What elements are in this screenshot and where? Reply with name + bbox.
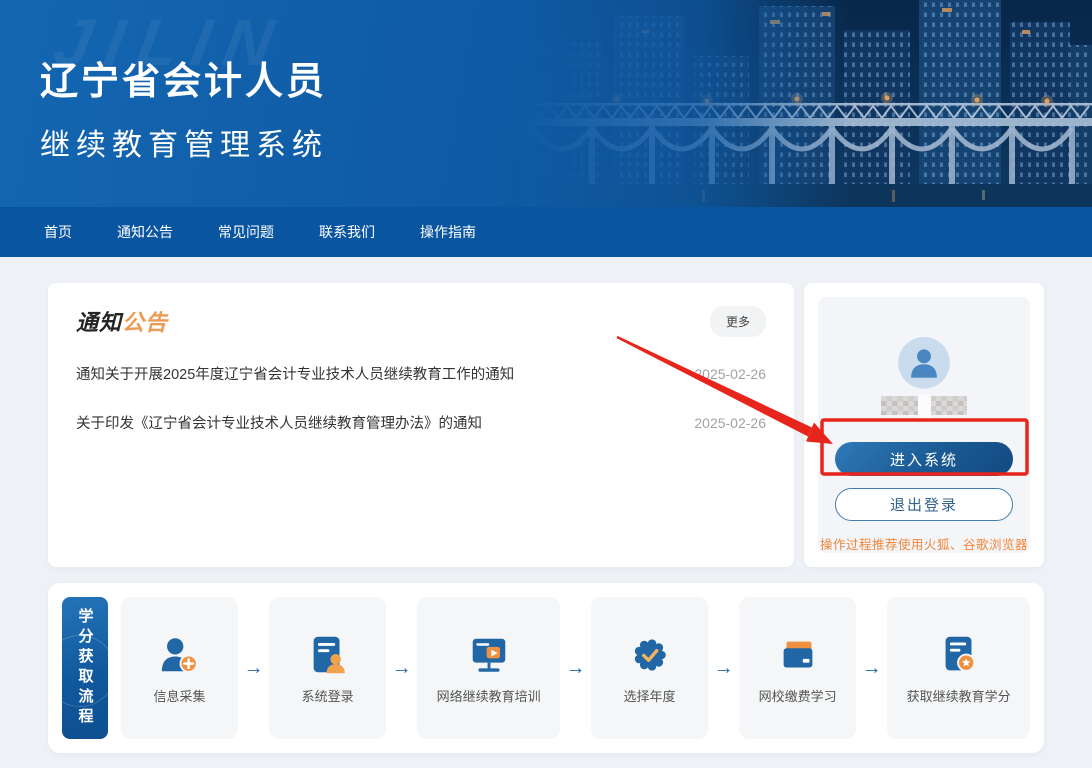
- notice-title-primary: 通知: [76, 310, 122, 335]
- nav-item-contact[interactable]: 联系我们: [319, 222, 375, 242]
- user-login-panel: 进入系统 退出登录 操作过程推荐使用火狐、谷歌浏览器: [804, 283, 1044, 567]
- flow-step-label: 选择年度: [624, 686, 676, 705]
- flow-arrow-icon: →: [860, 597, 883, 739]
- notice-item-text: 通知关于开展2025年度辽宁省会计专业技术人员继续教育工作的通知: [76, 363, 514, 384]
- presentation-play-icon: [466, 632, 512, 678]
- notice-panel: 通知公告 更多 通知关于开展2025年度辽宁省会计专业技术人员继续教育工作的通知…: [48, 283, 794, 567]
- nav-item-faq[interactable]: 常见问题: [218, 222, 274, 242]
- badge-check-icon: [627, 632, 673, 678]
- flow-step-get-credits: 获取继续教育学分: [887, 597, 1030, 739]
- flow-step-label: 系统登录: [302, 686, 354, 705]
- document-login-icon: [305, 632, 351, 678]
- wallet-payment-icon: [775, 632, 821, 678]
- site-title-line2: 继续教育管理系统: [40, 120, 328, 164]
- nav-item-home[interactable]: 首页: [44, 222, 72, 242]
- nav-item-notices[interactable]: 通知公告: [117, 222, 173, 242]
- flow-step-select-year: 选择年度: [591, 597, 708, 739]
- notice-title: 通知公告: [76, 305, 168, 337]
- enter-system-button[interactable]: 进入系统: [835, 442, 1013, 476]
- more-button[interactable]: 更多: [710, 306, 766, 337]
- night-city-bridge-image: [522, 0, 1092, 207]
- flow-title-pill: 学分获取流程: [62, 597, 108, 739]
- notice-title-accent: 公告: [122, 310, 168, 335]
- notice-item-date: 2025-02-26: [694, 415, 766, 431]
- flow-step-label: 网络继续教育培训: [437, 686, 541, 705]
- flow-title: 学分获取流程: [75, 608, 96, 728]
- flow-step-online-training: 网络继续教育培训: [417, 597, 560, 739]
- notice-item-text: 关于印发《辽宁省会计专业技术人员继续教育管理办法》的通知: [76, 412, 482, 433]
- flow-arrow-icon: →: [242, 597, 265, 739]
- notice-item-date: 2025-02-26: [694, 366, 766, 382]
- credit-flow-panel: 学分获取流程 信息采集 → 系统登录 →: [48, 583, 1044, 753]
- header-banner: JILIN 辽宁省会计人员 继续教育管理系统: [0, 0, 1092, 207]
- browser-recommendation-tip: 操作过程推荐使用火狐、谷歌浏览器: [820, 534, 1028, 553]
- user-avatar-icon: [898, 337, 950, 389]
- flow-step-label: 网校缴费学习: [759, 686, 837, 705]
- flow-step-pay-and-study: 网校缴费学习: [739, 597, 856, 739]
- certificate-star-icon: [936, 632, 982, 678]
- flow-arrow-icon: →: [390, 597, 413, 739]
- flow-step-label: 信息采集: [154, 686, 206, 705]
- main-nav: 首页 通知公告 常见问题 联系我们 操作指南: [0, 207, 1092, 257]
- notice-item[interactable]: 关于印发《辽宁省会计专业技术人员继续教育管理办法》的通知 2025-02-26: [76, 398, 766, 447]
- flow-step-system-login: 系统登录: [269, 597, 386, 739]
- nav-item-guide[interactable]: 操作指南: [420, 222, 476, 242]
- person-add-icon: [157, 632, 203, 678]
- site-title-line1: 辽宁省会计人员: [40, 50, 328, 105]
- flow-arrow-icon: →: [564, 597, 587, 739]
- flow-step-info-collection: 信息采集: [121, 597, 238, 739]
- logout-button[interactable]: 退出登录: [835, 488, 1013, 521]
- masked-user-name: [881, 396, 967, 416]
- notice-item[interactable]: 通知关于开展2025年度辽宁省会计专业技术人员继续教育工作的通知 2025-02…: [76, 349, 766, 398]
- flow-step-label: 获取继续教育学分: [907, 686, 1011, 705]
- flow-arrow-icon: →: [712, 597, 735, 739]
